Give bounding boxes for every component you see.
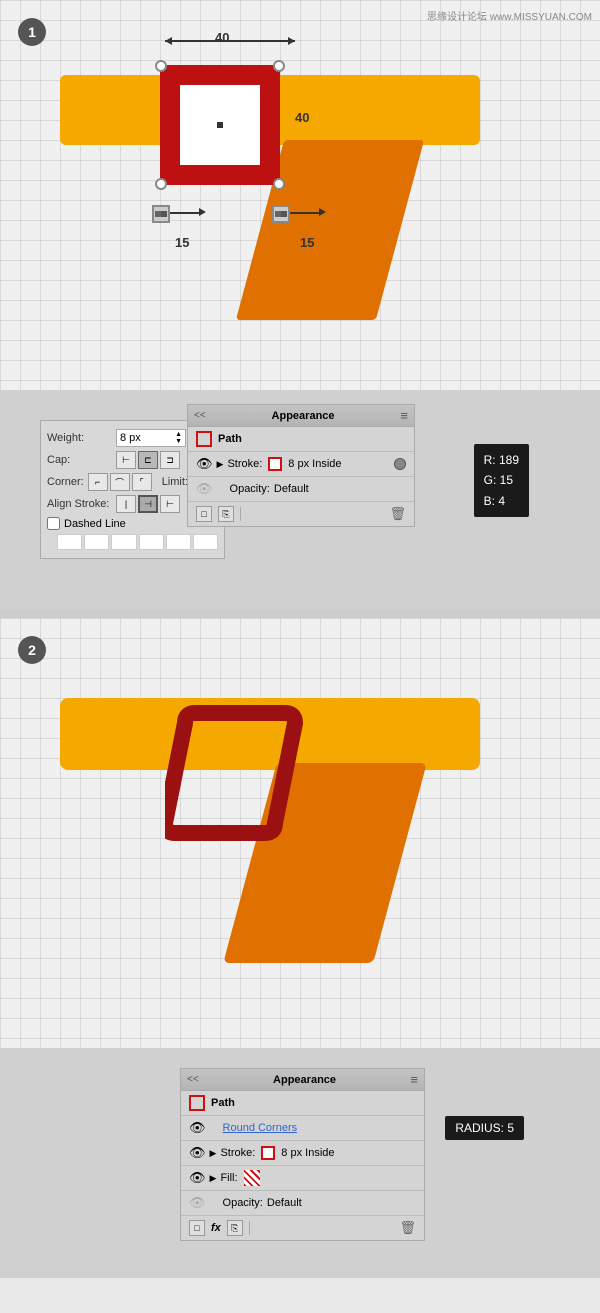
stroke-text-2: Stroke: bbox=[220, 1147, 255, 1159]
collapse-icon-2[interactable]: << bbox=[187, 1074, 199, 1085]
appearance-title-2: Appearance bbox=[273, 1074, 336, 1086]
panel-section-1: Weight: 8 px ▲▼ ▾ Cap: ⊢ ⊏ ⊐ Corner: ⌐ ⌒ bbox=[0, 390, 600, 610]
handle-left[interactable] bbox=[152, 205, 170, 223]
limit-label: Limit: bbox=[162, 476, 188, 488]
section-2: 2 bbox=[0, 618, 600, 1048]
fill-hatch-box[interactable] bbox=[244, 1170, 260, 1186]
path-label-2: Path bbox=[211, 1097, 235, 1109]
collapse-icon-1[interactable]: << bbox=[194, 410, 206, 421]
panel-titlebar-2: << Appearance ≡ bbox=[181, 1069, 424, 1091]
cap-btn-square[interactable]: ⊐ bbox=[160, 451, 180, 469]
panel-titlebar-1: << Appearance ≡ bbox=[188, 405, 414, 427]
duplicate-icon-1[interactable]: ⎘ bbox=[218, 506, 234, 522]
add-icon-1[interactable]: □ bbox=[196, 506, 212, 522]
play-icon-1[interactable]: ▶ bbox=[217, 459, 224, 470]
red-square-inner bbox=[180, 85, 260, 165]
corner-label: Corner: bbox=[47, 476, 84, 488]
panel-footer-1: □ ⎘ 🗑 bbox=[188, 502, 414, 526]
color-b: B: 4 bbox=[484, 491, 519, 511]
radius-tooltip: RADIUS: 5 bbox=[445, 1116, 524, 1140]
opacity-row-2: 👁 Opacity: Default bbox=[181, 1191, 424, 1216]
opacity-row-1: 👁 Opacity: Default bbox=[188, 477, 414, 502]
step-badge-1: 1 bbox=[18, 18, 46, 46]
appearance-panel-1: << Appearance ≡ Path 👁 ▶ Stroke: 8 px In… bbox=[187, 404, 415, 527]
eye-icon-5[interactable]: 👁 bbox=[189, 1195, 206, 1211]
round-corners-link[interactable]: Round Corners bbox=[210, 1122, 298, 1134]
stroke-indicator bbox=[394, 458, 406, 470]
stroke-text-1: Stroke: bbox=[227, 458, 262, 470]
align-btn-outside[interactable]: ⊢ bbox=[160, 495, 180, 513]
dim-40-top: 40 bbox=[215, 30, 229, 45]
weight-value: 8 px bbox=[120, 432, 141, 444]
appearance-title-1: Appearance bbox=[272, 410, 335, 422]
color-r: R: 189 bbox=[484, 450, 519, 470]
path-label-1: Path bbox=[218, 433, 242, 445]
dashed-label: Dashed Line bbox=[64, 518, 126, 530]
cap-btn-flat[interactable]: ⊢ bbox=[116, 451, 136, 469]
cap-label: Cap: bbox=[47, 454, 112, 466]
color-g: G: 15 bbox=[484, 470, 519, 490]
opacity-label-2: Opacity: bbox=[210, 1197, 263, 1209]
align-label: Align Stroke: bbox=[47, 498, 112, 510]
stroke-row-1: 👁 ▶ Stroke: 8 px Inside R: 189 G: 15 B: … bbox=[188, 452, 414, 477]
path-header-row-1: Path bbox=[188, 427, 414, 452]
align-btn-center[interactable]: | bbox=[116, 495, 136, 513]
stroke-color-box-2[interactable] bbox=[261, 1146, 275, 1160]
stroke-row-2: 👁 ▶ Stroke: 8 px Inside bbox=[181, 1141, 424, 1166]
trash-icon-1[interactable]: 🗑 bbox=[389, 506, 406, 522]
dim-15-right: 15 bbox=[300, 235, 314, 250]
new-icon-2[interactable]: □ bbox=[189, 1220, 205, 1236]
stroke-value-2: 8 px Inside bbox=[281, 1147, 334, 1159]
path-header-row-2: Path bbox=[181, 1091, 424, 1116]
eye-icon-3[interactable]: 👁 bbox=[189, 1145, 206, 1161]
dim-15-left: 15 bbox=[175, 235, 189, 250]
color-tooltip-1: R: 189 G: 15 B: 4 bbox=[474, 444, 529, 517]
section-divider bbox=[0, 610, 600, 618]
handle-right[interactable] bbox=[272, 205, 290, 223]
red-diamond-container bbox=[165, 703, 295, 833]
corner-btn-round[interactable]: ⌒ bbox=[110, 473, 130, 491]
path-icon-1 bbox=[196, 431, 212, 447]
fill-row: 👁 ▶ Fill: bbox=[181, 1166, 424, 1191]
cap-btn-round[interactable]: ⊏ bbox=[138, 451, 158, 469]
red-diamond-svg bbox=[165, 703, 305, 843]
weight-label: Weight: bbox=[47, 432, 112, 444]
graphic-area-1: 40 40 bbox=[60, 50, 540, 340]
dashed-checkbox[interactable] bbox=[47, 517, 60, 530]
play-icon-3[interactable]: ▶ bbox=[210, 1173, 217, 1184]
opacity-value-1: Default bbox=[274, 483, 309, 495]
eye-icon-4[interactable]: 👁 bbox=[189, 1170, 206, 1186]
path-icon-2 bbox=[189, 1095, 205, 1111]
graphic-area-2 bbox=[60, 678, 540, 978]
panel-footer-2: □ fx ⎘ 🗑 bbox=[181, 1216, 424, 1240]
watermark: 思缘设计论坛 www.MISSYUAN.COM bbox=[427, 8, 592, 23]
round-corners-row: 👁 Round Corners RADIUS: 5 bbox=[181, 1116, 424, 1141]
corner-btn-miter[interactable]: ⌐ bbox=[88, 473, 108, 491]
section-1: 1 40 40 bbox=[0, 0, 600, 390]
stroke-value-1: 8 px Inside bbox=[288, 458, 341, 470]
fill-label: Fill: bbox=[220, 1172, 237, 1184]
menu-icon-2[interactable]: ≡ bbox=[410, 1072, 418, 1087]
eye-icon-2[interactable]: 👁 bbox=[189, 1120, 206, 1136]
opacity-value-2: Default bbox=[267, 1197, 302, 1209]
eye-icon-1[interactable]: 👁 bbox=[196, 456, 213, 472]
red-square bbox=[160, 65, 280, 185]
panel-section-2: << Appearance ≡ Path 👁 Round Corners RAD… bbox=[0, 1048, 600, 1278]
menu-icon-1[interactable]: ≡ bbox=[400, 408, 408, 423]
trash-icon-2[interactable]: 🗑 bbox=[399, 1220, 416, 1236]
duplicate-icon-2[interactable]: ⎘ bbox=[227, 1220, 243, 1236]
stroke-color-box-1[interactable] bbox=[268, 457, 282, 471]
opacity-label-1: Opacity: bbox=[217, 483, 270, 495]
eye-icon-disabled-1[interactable]: 👁 bbox=[196, 481, 213, 497]
fx-label-2[interactable]: fx bbox=[211, 1222, 221, 1234]
step-badge-2: 2 bbox=[18, 636, 46, 664]
play-icon-2[interactable]: ▶ bbox=[210, 1148, 217, 1159]
align-btn-inside[interactable]: ⊣ bbox=[138, 495, 158, 513]
corner-btn-bevel[interactable]: ⌜ bbox=[132, 473, 152, 491]
dim-40-side: 40 bbox=[295, 110, 309, 125]
appearance-panel-2: << Appearance ≡ Path 👁 Round Corners RAD… bbox=[180, 1068, 425, 1241]
